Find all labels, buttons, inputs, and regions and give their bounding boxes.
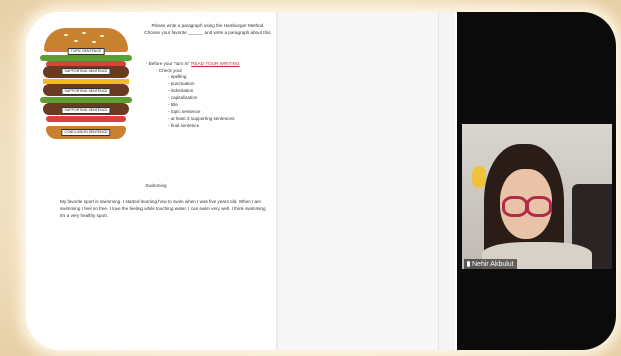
burger-label-support-3: SUPPORTING SENTENCE xyxy=(61,107,111,114)
instructions-intro: Please write a paragraph using the Hambu… xyxy=(144,23,272,35)
side-panel-strip xyxy=(438,12,455,350)
checklist-item: spelling xyxy=(168,73,234,80)
mic-icon xyxy=(467,261,470,267)
screen-frame: TOPIC SENTENCE SUPPORTING SENTENCE SUPPO… xyxy=(26,12,616,350)
checklist-item: capitalization xyxy=(168,94,234,101)
checklist-item: punctuation xyxy=(168,80,234,87)
burger-label-support-2: SUPPORTING SENTENCE xyxy=(61,88,111,95)
burger-label-support-1: SUPPORTING SENTENCE xyxy=(61,68,111,75)
tomato-layer xyxy=(46,116,126,122)
participant-name-tag: Nehir Akbulut xyxy=(464,259,517,269)
video-call-panel: Nehir Akbulut xyxy=(457,12,616,350)
burger-label-topic: TOPIC SENTENCE xyxy=(67,48,105,55)
essay-paragraph: My favorite sport is swimming. I started… xyxy=(60,199,266,218)
checklist-item: at least 3 supporting sentences xyxy=(168,115,235,122)
document-margin-area xyxy=(278,12,438,350)
participant-video-tile[interactable]: Nehir Akbulut xyxy=(462,124,612,269)
essay-title: Swimming xyxy=(145,183,167,188)
burger-label-conclusion: CONCLUSION SENTENCE xyxy=(61,129,111,136)
checklist-item: indentation xyxy=(168,87,234,94)
before-turn-in-line: - Before your "turn in" READ YOUR WRITIN… xyxy=(146,60,276,67)
document-page: TOPIC SENTENCE SUPPORTING SENTENCE SUPPO… xyxy=(26,12,276,350)
read-your-writing-link[interactable]: READ YOUR WRITING xyxy=(191,61,239,66)
checklist-item: title xyxy=(168,101,234,108)
checklist-item: final sentence xyxy=(168,122,234,129)
glasses-icon xyxy=(526,196,552,217)
before-turn-in-text: - Before your "turn in" xyxy=(146,61,190,66)
hamburger-diagram: TOPIC SENTENCE SUPPORTING SENTENCE SUPPO… xyxy=(40,22,132,140)
raised-hand-icon xyxy=(472,166,486,188)
checklist: spelling punctuation indentation capital… xyxy=(168,73,235,129)
glasses-icon xyxy=(502,196,528,217)
checklist-item: topic sentence xyxy=(168,108,234,115)
participant-name: Nehir Akbulut xyxy=(472,261,514,268)
